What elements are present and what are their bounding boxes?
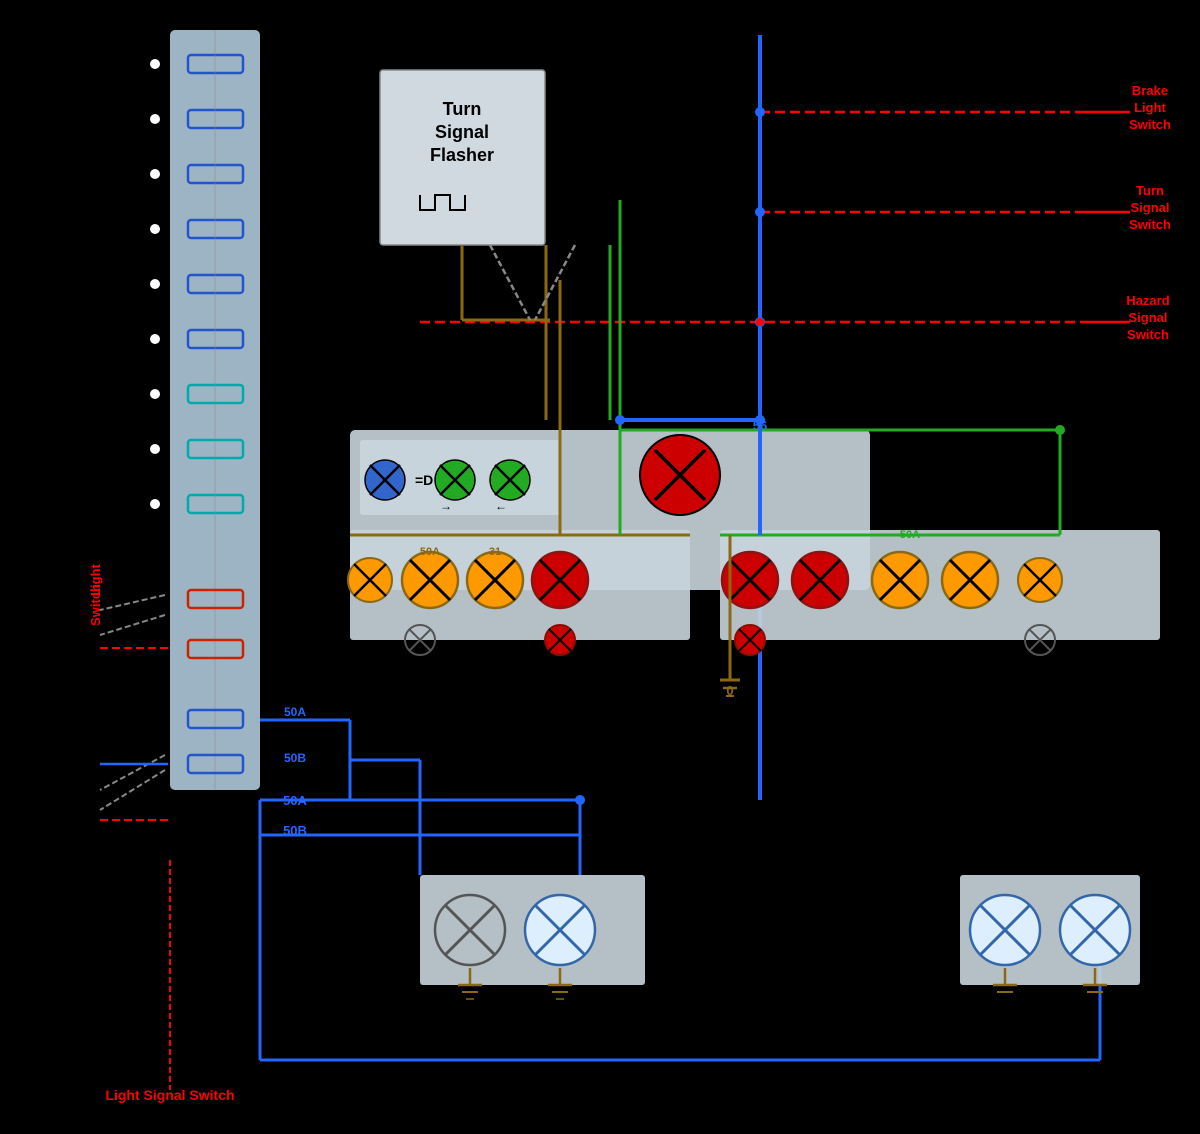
- hazard-signal-switch-label2: Signal: [1128, 310, 1167, 325]
- fuse-50a-output-label: 50A: [284, 705, 306, 719]
- brake-light-switch-label2: Light: [1134, 100, 1166, 115]
- flasher-label-line1: Turn: [443, 99, 482, 119]
- turn-signal-switch-label: Turn: [1136, 183, 1164, 198]
- hazard-signal-switch-label: Hazard: [1126, 293, 1169, 308]
- fuse-50b-output-label: 50B: [284, 751, 306, 765]
- fuse-31-label: 31: [489, 546, 501, 558]
- turn-signal-switch-label2: Signal: [1130, 200, 1169, 215]
- brake-light-switch-label3: Switch: [1129, 117, 1171, 132]
- left-arrow-label: →: [440, 499, 452, 513]
- light-switch-label2: Switch: [88, 584, 103, 626]
- eq-d-label: =D: [415, 472, 433, 488]
- right-arrow-label: ←: [495, 499, 507, 513]
- fuse-50a-cluster-label: 50A: [420, 546, 440, 558]
- hazard-signal-switch-label3: Switch: [1127, 327, 1169, 342]
- turn-signal-switch-label3: Switch: [1129, 217, 1171, 232]
- brake-light-switch-label: Brake: [1132, 83, 1168, 98]
- flasher-label-line3: Flasher: [430, 145, 494, 165]
- flasher-label-line2: Signal: [435, 122, 489, 142]
